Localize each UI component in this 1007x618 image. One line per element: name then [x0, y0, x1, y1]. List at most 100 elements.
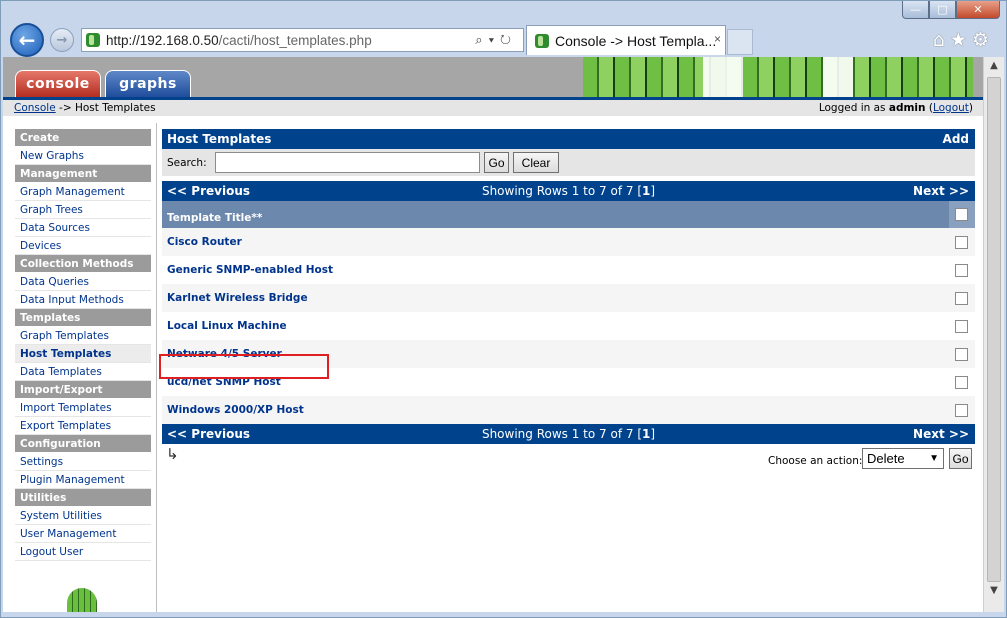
action-go-button[interactable]: Go — [949, 448, 972, 469]
sidebar-header-create: Create — [15, 129, 151, 147]
new-tab-button[interactable] — [727, 29, 753, 55]
vertical-scrollbar[interactable]: ▲ ▼ — [983, 57, 1004, 612]
search-input[interactable] — [215, 152, 480, 173]
maximize-button[interactable]: □ — [929, 1, 956, 19]
tab-graphs[interactable]: graphs — [105, 70, 191, 97]
breadcrumb-separator: -> — [55, 102, 75, 114]
address-bar[interactable]: http://192.168.0.50/cacti/host_templates… — [81, 28, 524, 52]
sidebar-item-data-input-methods[interactable]: Data Input Methods — [15, 291, 151, 309]
filter-bar: Search: Go Clear — [162, 149, 975, 176]
sidebar-divider — [156, 123, 157, 612]
sidebar-item-import-templates[interactable]: Import Templates — [15, 399, 151, 417]
browser-window: — □ ✕ ← → http://192.168.0.50/cacti/host… — [0, 0, 1007, 618]
close-tab-icon[interactable]: × — [714, 32, 721, 46]
pager-showing-close: ] — [650, 184, 656, 198]
column-header-title[interactable]: Template Title** — [167, 212, 262, 224]
action-select-value: Delete — [867, 451, 905, 466]
sidebar-item-logout-user[interactable]: Logout User — [15, 543, 151, 561]
next-link[interactable]: Next >> — [913, 181, 969, 201]
main-content: Host Templates Add Search: Go Clear Show… — [159, 129, 975, 469]
gear-icon[interactable]: ⚙ — [972, 29, 994, 51]
breadcrumb-console-link[interactable]: Console — [14, 102, 56, 114]
table-rows: Cisco Router Generic SNMP-enabled Host Kar… — [162, 228, 975, 424]
row-checkbox[interactable] — [955, 404, 968, 417]
cactus-logo-icon — [67, 588, 97, 612]
previous-link[interactable]: << Previous — [167, 184, 250, 198]
minimize-button[interactable]: — — [902, 1, 929, 19]
chevron-down-icon: ▼ — [929, 453, 939, 464]
template-title-link[interactable]: ucd/net SNMP Host — [167, 376, 281, 388]
scrollbar-thumb[interactable] — [987, 77, 1001, 582]
template-title-link[interactable]: Karlnet Wireless Bridge — [167, 292, 308, 304]
logout-link[interactable]: Logout — [933, 102, 969, 114]
sidebar-item-user-management[interactable]: User Management — [15, 525, 151, 543]
row-checkbox[interactable] — [955, 376, 968, 389]
tab-console[interactable]: console — [15, 70, 101, 97]
action-select[interactable]: Delete ▼ — [862, 448, 944, 469]
pager-status: Showing Rows 1 to 7 of 7 [1] — [162, 424, 975, 444]
select-all-checkbox[interactable] — [955, 208, 968, 221]
table-row: Windows 2000/XP Host — [162, 396, 975, 424]
table-row: Netware 4/5 Server — [162, 340, 975, 368]
table-row: Generic SNMP-enabled Host — [162, 256, 975, 284]
star-icon[interactable]: ★ — [950, 29, 972, 51]
sidebar-item-new-graphs[interactable]: New Graphs — [15, 147, 151, 165]
sidebar-menu: Create New Graphs Management Graph Manageme… — [15, 129, 151, 561]
sidebar-item-settings[interactable]: Settings — [15, 453, 151, 471]
scroll-down-icon[interactable]: ▼ — [984, 582, 1004, 600]
browser-toolbar-icons: ⌂★⚙ — [933, 29, 994, 51]
sidebar-item-export-templates[interactable]: Export Templates — [15, 417, 151, 435]
breadcrumb: Console -> Host Templates Logged in as a… — [3, 100, 983, 116]
sidebar-header-utilities: Utilities — [15, 489, 151, 507]
address-bar-icons: ⌕▾↻ — [475, 32, 517, 48]
dropdown-icon[interactable]: ▾ — [489, 32, 500, 47]
pager-status: Showing Rows 1 to 7 of 7 [1] — [162, 181, 975, 201]
row-checkbox[interactable] — [955, 264, 968, 277]
next-link[interactable]: Next >> — [913, 424, 969, 444]
template-title-link[interactable]: Local Linux Machine — [167, 320, 287, 332]
table-row: Local Linux Machine — [162, 312, 975, 340]
column-header: Template Title** — [162, 201, 975, 228]
row-checkbox[interactable] — [955, 320, 968, 333]
sidebar-item-graph-management[interactable]: Graph Management — [15, 183, 151, 201]
scroll-up-icon[interactable]: ▲ — [984, 57, 1004, 75]
home-icon[interactable]: ⌂ — [933, 29, 950, 51]
go-button[interactable]: Go — [484, 152, 509, 173]
sidebar-item-graph-trees[interactable]: Graph Trees — [15, 201, 151, 219]
page-viewport: console graphs Console -> Host Templates… — [3, 57, 983, 612]
table-row: Karlnet Wireless Bridge — [162, 284, 975, 312]
row-checkbox[interactable] — [955, 348, 968, 361]
sidebar-item-graph-templates[interactable]: Graph Templates — [15, 327, 151, 345]
cacti-favicon-icon — [86, 33, 100, 47]
sidebar-header-templates: Templates — [15, 309, 151, 327]
sidebar-item-data-sources[interactable]: Data Sources — [15, 219, 151, 237]
refresh-icon[interactable]: ↻ — [500, 32, 517, 47]
breadcrumb-current: Host Templates — [74, 102, 156, 114]
pager-bottom: Showing Rows 1 to 7 of 7 [1] << Previous… — [162, 424, 975, 444]
sidebar-item-data-templates[interactable]: Data Templates — [15, 363, 151, 381]
back-arrow-icon[interactable]: ← — [10, 23, 44, 57]
forward-arrow-icon[interactable]: → — [50, 28, 74, 52]
template-title-link[interactable]: Netware 4/5 Server — [167, 348, 282, 360]
search-icon[interactable]: ⌕ — [475, 32, 488, 47]
sidebar-item-plugin-management[interactable]: Plugin Management — [15, 471, 151, 489]
browser-tab[interactable]: Console -> Host Templa... × — [526, 25, 726, 55]
login-prefix: Logged in as — [818, 102, 889, 114]
selection-arrow-icon: ↳ — [166, 445, 179, 463]
row-checkbox[interactable] — [955, 236, 968, 249]
previous-link[interactable]: << Previous — [167, 427, 250, 441]
choose-action-label: Choose an action: — [768, 455, 863, 467]
sidebar-item-devices[interactable]: Devices — [15, 237, 151, 255]
window-controls: — □ ✕ — [902, 1, 1000, 19]
sidebar-item-data-queries[interactable]: Data Queries — [15, 273, 151, 291]
template-title-link[interactable]: Windows 2000/XP Host — [167, 404, 304, 416]
close-window-button[interactable]: ✕ — [956, 1, 1000, 19]
clear-button[interactable]: Clear — [513, 152, 559, 173]
sidebar-item-system-utilities[interactable]: System Utilities — [15, 507, 151, 525]
row-checkbox[interactable] — [955, 292, 968, 305]
template-title-link[interactable]: Generic SNMP-enabled Host — [167, 264, 333, 276]
sidebar-header-import-export: Import/Export — [15, 381, 151, 399]
sidebar-item-host-templates[interactable]: Host Templates — [15, 345, 151, 363]
template-title-link[interactable]: Cisco Router — [167, 236, 242, 248]
add-button[interactable]: Add — [943, 129, 969, 149]
